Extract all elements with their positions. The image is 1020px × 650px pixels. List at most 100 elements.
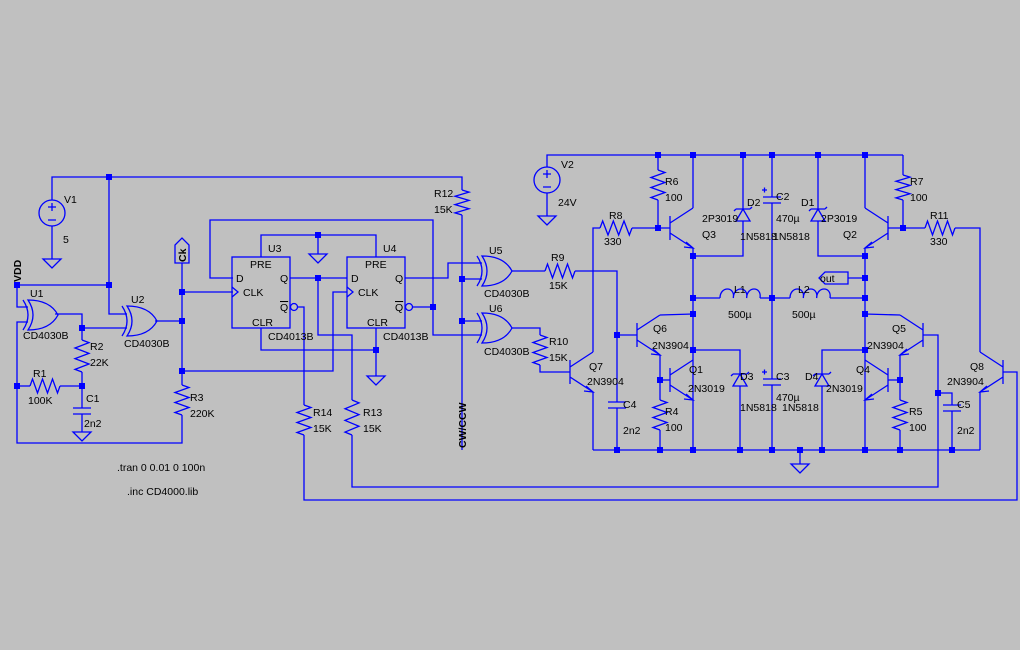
out-net-label[interactable]: out	[820, 273, 835, 285]
v1-ref[interactable]: V1	[64, 194, 77, 206]
wire[interactable]	[539, 365, 570, 373]
vdd-net-label[interactable]: VDD	[12, 259, 24, 282]
r6-resistor[interactable]	[649, 169, 667, 201]
q7-model[interactable]: 2N3904	[587, 376, 624, 388]
q2-model[interactable]: 2P3019	[821, 213, 857, 225]
q6-model[interactable]: 2N3904	[652, 340, 689, 352]
q8-ref[interactable]: Q8	[970, 361, 984, 373]
u2-xor-gate[interactable]	[121, 305, 158, 337]
wire[interactable]	[888, 200, 904, 229]
l2-ref[interactable]: L2	[798, 284, 810, 296]
r4-ref[interactable]: R4	[665, 406, 679, 418]
wire[interactable]	[693, 221, 744, 257]
ground-icon[interactable]	[789, 460, 811, 474]
cwccw-net-label[interactable]: CW/CCW	[457, 402, 469, 448]
u4-model[interactable]: CD4013B	[383, 331, 429, 343]
r9-ref[interactable]: R9	[551, 252, 565, 264]
q1-model[interactable]: 2N3019	[688, 383, 725, 395]
q2-ref[interactable]: Q2	[843, 229, 857, 241]
l2-inductor[interactable]	[789, 288, 831, 299]
q3-transistor[interactable]	[669, 207, 694, 249]
c2-value[interactable]: 470µ	[776, 213, 800, 225]
wire[interactable]	[51, 176, 463, 200]
wire[interactable]	[405, 262, 482, 279]
wire[interactable]	[955, 227, 981, 352]
d1-model[interactable]: 1N5818	[773, 231, 810, 243]
u3-ref[interactable]: U3	[268, 243, 282, 255]
wire[interactable]	[512, 327, 541, 335]
ck-net-label[interactable]: Ck	[177, 248, 189, 262]
u1-model[interactable]: CD4030B	[23, 330, 69, 342]
u2-ref[interactable]: U2	[131, 294, 145, 306]
wire[interactable]	[16, 285, 28, 308]
r1-resistor[interactable]	[29, 377, 61, 395]
r7-ref[interactable]: R7	[910, 176, 924, 188]
r7-value[interactable]: 100	[910, 192, 928, 204]
polarity-mark[interactable]	[762, 187, 767, 193]
v2-value[interactable]: 24V	[558, 197, 577, 209]
r8-resistor[interactable]	[599, 219, 633, 237]
r12-ref[interactable]: R12	[434, 188, 453, 200]
wire[interactable]	[546, 154, 903, 167]
r10-resistor[interactable]	[531, 334, 549, 366]
r3-ref[interactable]: R3	[190, 392, 204, 404]
ground-icon[interactable]	[307, 250, 329, 264]
r8-value[interactable]: 330	[604, 236, 622, 248]
r5-ref[interactable]: R5	[909, 406, 923, 418]
wire[interactable]	[659, 313, 694, 316]
r2-value[interactable]: 22K	[90, 357, 109, 369]
q7-ref[interactable]: Q7	[589, 361, 603, 373]
r13-ref[interactable]: R13	[363, 407, 382, 419]
d3-model[interactable]: 1N5818	[740, 402, 777, 414]
r14-resistor[interactable]	[295, 404, 313, 436]
c4-ref[interactable]: C4	[623, 399, 637, 411]
d3-ref[interactable]: D3	[740, 371, 754, 383]
wire[interactable]	[108, 177, 127, 315]
c1-value[interactable]: 2n2	[84, 418, 102, 430]
d4-model[interactable]: 1N5818	[782, 402, 819, 414]
r12-value[interactable]: 15K	[434, 204, 453, 216]
c5-ref[interactable]: C5	[957, 399, 971, 411]
r9-value[interactable]: 15K	[549, 280, 568, 292]
r1-value[interactable]: 100K	[28, 395, 53, 407]
q5-model[interactable]: 2N3904	[867, 340, 904, 352]
polarity-mark[interactable]	[762, 369, 767, 375]
r14-ref[interactable]: R14	[313, 407, 332, 419]
r14-value[interactable]: 15K	[313, 423, 332, 435]
r13-resistor[interactable]	[343, 399, 361, 436]
u3-model[interactable]: CD4013B	[268, 331, 314, 343]
c1-capacitor[interactable]	[73, 407, 91, 415]
d2-model[interactable]: 1N5818	[740, 231, 777, 243]
v1-value[interactable]: 5	[63, 234, 69, 246]
q2-transistor[interactable]	[864, 207, 889, 249]
l1-value[interactable]: 500µ	[728, 309, 752, 321]
q3-ref[interactable]: Q3	[702, 229, 716, 241]
wire[interactable]	[182, 291, 347, 372]
q3-model[interactable]: 2P3019	[702, 213, 738, 225]
q1-ref[interactable]: Q1	[689, 364, 703, 376]
r6-value[interactable]: 100	[665, 192, 683, 204]
wire[interactable]	[817, 221, 865, 257]
r10-value[interactable]: 15K	[549, 352, 568, 364]
v2-ref[interactable]: V2	[561, 159, 574, 171]
wire[interactable]	[298, 306, 305, 405]
d4-ref[interactable]: D4	[805, 371, 819, 383]
r8-ref[interactable]: R8	[609, 210, 623, 222]
source-polarity[interactable]	[543, 170, 551, 188]
r2-resistor[interactable]	[73, 339, 91, 373]
l1-ref[interactable]: L1	[734, 284, 746, 296]
r11-resistor[interactable]	[924, 219, 956, 237]
r6-ref[interactable]: R6	[665, 176, 679, 188]
r5-resistor[interactable]	[891, 399, 909, 431]
q5-ref[interactable]: Q5	[892, 323, 906, 335]
schematic-canvas[interactable]: V1 5 V2 24V VDD Ck CW/CCW out U1 CD4030B…	[0, 0, 1020, 650]
q4-model[interactable]: 2N3019	[826, 383, 863, 395]
clock-triangle[interactable]	[346, 286, 355, 298]
r2-ref[interactable]: R2	[90, 341, 104, 353]
d2-ref[interactable]: D2	[747, 197, 761, 209]
r7-resistor[interactable]	[893, 174, 913, 201]
r11-value[interactable]: 330	[930, 236, 948, 248]
c3-ref[interactable]: C3	[776, 371, 790, 383]
d1-ref[interactable]: D1	[801, 197, 815, 209]
r5-value[interactable]: 100	[909, 422, 927, 434]
